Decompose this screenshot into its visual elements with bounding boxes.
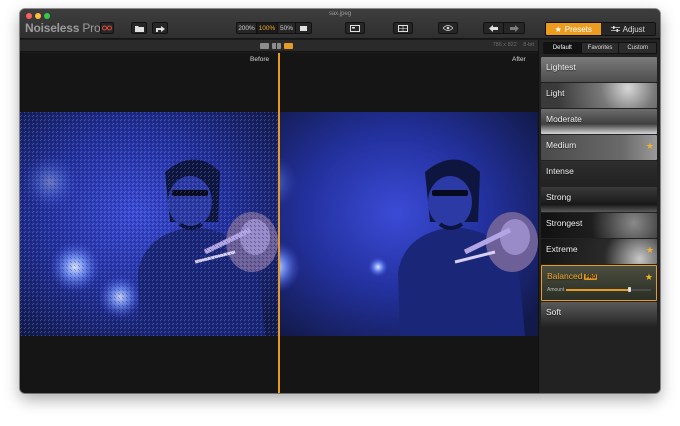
preset-name: Intense: [546, 166, 574, 176]
screen-icon: [350, 24, 360, 32]
main-mode-tabs: ★ Presets Adjust: [545, 22, 656, 36]
preset-soft[interactable]: Soft: [541, 302, 657, 327]
fullscreen-button[interactable]: [345, 22, 365, 34]
preset-name: Balanced PRO: [547, 271, 598, 281]
glasses-icon: [102, 25, 112, 31]
preset-lightest[interactable]: Lightest: [541, 57, 657, 82]
preset-intense[interactable]: Intense: [541, 161, 657, 186]
zoom-segmented-control: 200% 100% 50%: [236, 22, 312, 34]
zoom-fit-button[interactable]: [296, 23, 311, 33]
app-name-left: Noiseless: [25, 21, 80, 35]
tab-presets[interactable]: ★ Presets: [546, 23, 601, 35]
compare-divider-handle[interactable]: [278, 53, 280, 393]
tab-default[interactable]: Default: [544, 43, 582, 53]
preview-toggle-button[interactable]: [438, 22, 458, 34]
compare-toggle-button[interactable]: [100, 22, 114, 34]
zoom-option-50[interactable]: 50%: [278, 23, 296, 33]
tab-presets-label: Presets: [564, 24, 592, 34]
toolbar: sax.jpeg Noiseless Pro 200% 100% 50% ★ P…: [20, 9, 660, 39]
presets-panel: Default Favorites Custom Lightest Light …: [538, 40, 660, 393]
preset-name: Light: [546, 88, 565, 98]
redo-icon: [509, 24, 519, 32]
zoom-option-100[interactable]: 100%: [257, 23, 278, 33]
redo-button[interactable]: [504, 23, 524, 33]
preset-strongest[interactable]: Strongest: [541, 213, 657, 238]
preset-name: Medium: [546, 140, 577, 150]
side-by-side-view-button[interactable]: [272, 43, 281, 49]
image-dimensions: 786 x 822: [492, 42, 517, 48]
sliders-icon: [610, 26, 620, 32]
preset-balanced[interactable]: Balanced PRO ★ Amount: [541, 265, 657, 301]
amount-label: Amount: [547, 287, 565, 293]
window-title: sax.jpeg: [328, 11, 352, 17]
favorite-star-icon[interactable]: ★: [646, 245, 654, 256]
before-image: [20, 112, 278, 336]
view-mode-bar: 786 x 822 8-bit: [20, 40, 538, 52]
share-button[interactable]: [152, 22, 168, 34]
preset-light[interactable]: Light: [541, 83, 657, 108]
favorite-star-icon[interactable]: ★: [645, 272, 653, 283]
preset-name: Moderate: [546, 114, 582, 124]
amount-slider[interactable]: [566, 287, 651, 292]
split-compare-view-button[interactable]: [284, 43, 293, 49]
preset-name: Soft: [546, 307, 562, 317]
preset-category-tabs: Default Favorites Custom: [543, 42, 657, 54]
favorite-star-icon[interactable]: ★: [646, 141, 654, 152]
image-info: 786 x 822 8-bit: [488, 42, 534, 48]
split-view-button[interactable]: [393, 22, 413, 34]
after-image: [280, 112, 538, 336]
share-icon: [155, 25, 165, 32]
after-label: After: [512, 56, 526, 63]
single-view-button[interactable]: [260, 43, 269, 49]
app-window: sax.jpeg Noiseless Pro 200% 100% 50% ★ P…: [20, 9, 660, 393]
open-file-button[interactable]: [131, 22, 147, 34]
pro-badge: PRO: [584, 273, 598, 280]
folder-icon: [134, 25, 144, 32]
preset-name: Strong: [546, 192, 572, 202]
preset-list: Lightest Light Moderate Medium ★ Intense…: [541, 57, 657, 328]
tab-adjust[interactable]: Adjust: [600, 23, 655, 35]
amount-slider-handle[interactable]: [628, 287, 632, 292]
eye-icon: [443, 25, 453, 31]
tab-custom[interactable]: Custom: [619, 43, 656, 53]
app-logo: Noiseless Pro: [25, 21, 101, 35]
preset-name: Extreme: [546, 244, 578, 254]
undo-icon: [489, 24, 498, 32]
image-preview[interactable]: Before After: [20, 53, 538, 393]
preset-medium[interactable]: Medium ★: [541, 135, 657, 160]
history-segmented-control: [483, 22, 525, 34]
preset-moderate[interactable]: Moderate: [541, 109, 657, 134]
tab-favorites[interactable]: Favorites: [581, 43, 620, 53]
preset-name: Lightest: [546, 62, 576, 72]
before-label: Before: [250, 56, 270, 63]
star-icon: ★: [554, 24, 562, 34]
tab-adjust-label: Adjust: [622, 24, 645, 34]
amount-slider-fill: [566, 289, 630, 291]
image-bit-depth: 8-bit: [523, 42, 534, 48]
undo-button[interactable]: [484, 23, 504, 33]
zoom-option-200[interactable]: 200%: [237, 23, 257, 33]
app-name-right: Pro: [82, 21, 101, 35]
fit-window-icon: [300, 25, 307, 31]
grid-icon: [398, 24, 408, 32]
preset-extreme[interactable]: Extreme ★: [541, 239, 657, 264]
preset-name: Strongest: [546, 218, 583, 228]
preset-strong[interactable]: Strong: [541, 187, 657, 212]
